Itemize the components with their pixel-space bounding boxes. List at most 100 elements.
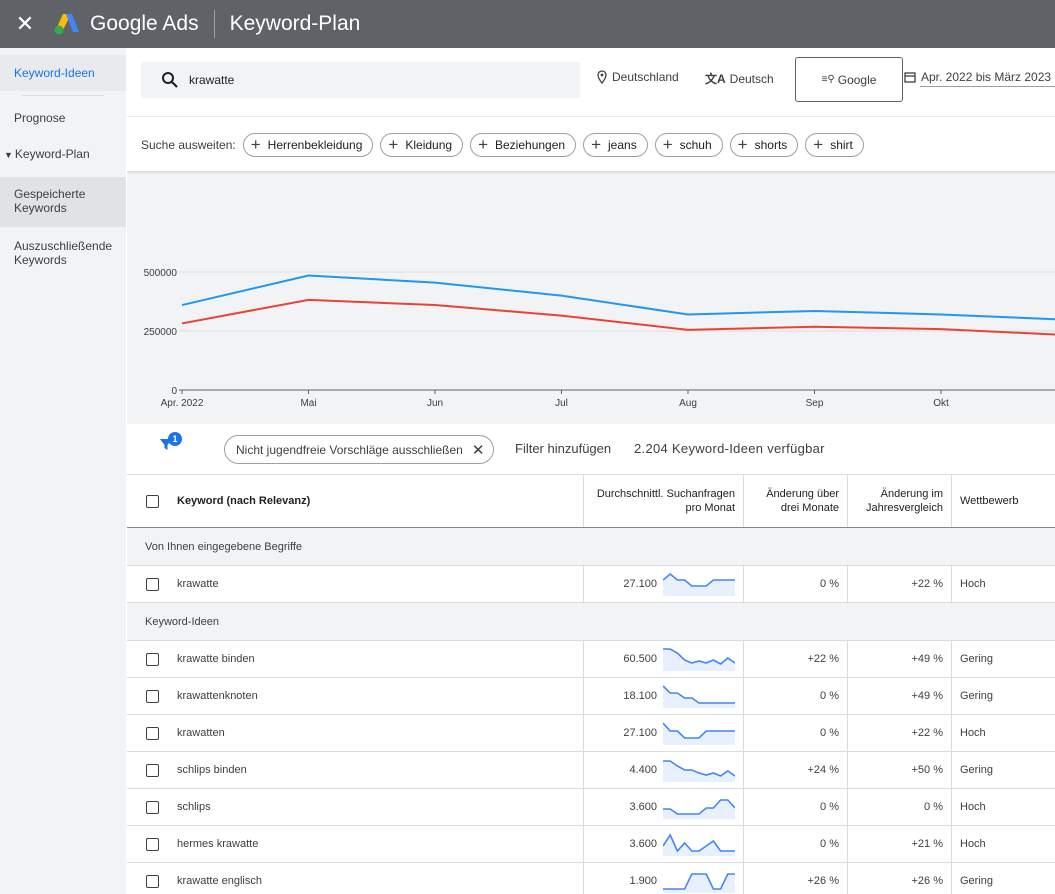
chip-label: shirt [830, 137, 853, 152]
search-box[interactable] [141, 62, 580, 98]
calendar-icon [904, 72, 916, 83]
table-row[interactable]: schlips 3.600 0 % 0 % Hoch [127, 789, 1055, 826]
table-row[interactable]: krawatte binden 60.500 +22 % +49 % Gering [127, 641, 1055, 678]
google-ads-logo [54, 14, 79, 35]
x-tick-label: Jul [555, 398, 568, 409]
avg-searches-value: 3.600 [629, 838, 657, 850]
header-yoy-change[interactable]: Änderung im Jahresvergleich [847, 475, 951, 527]
row-checkbox[interactable] [146, 577, 159, 591]
keyword-cell: krawattenknoten [127, 678, 583, 714]
yoy-change-cell: +26 % [847, 863, 951, 894]
competition-cell: Gering [951, 641, 1055, 677]
table-row[interactable]: krawattenknoten 18.100 0 % +49 % Gering [127, 678, 1055, 715]
sidebar-item-forecast[interactable]: Prognose [0, 110, 126, 126]
sidebar-item-saved-keywords[interactable]: Gespeicherte Keywords [0, 177, 126, 227]
trend-sparkline [663, 685, 735, 708]
header-avg-searches[interactable]: Durchschnittl. Suchanfragen pro Monat [583, 475, 743, 527]
sidebar-item-keyword-ideas[interactable]: Keyword-Ideen [0, 55, 126, 91]
broaden-chip[interactable]: + schuh [654, 132, 723, 157]
active-filter-chip[interactable]: Nicht jugendfreie Vorschläge ausschließe… [224, 435, 495, 464]
sidebar-item-negative-keywords[interactable]: Auszuschließende Keywords [0, 239, 126, 267]
trend-sparkline [663, 873, 735, 893]
header-keyword[interactable]: Keyword (nach Relevanz) [127, 475, 583, 527]
trend-sparkline [663, 760, 735, 782]
x-tick-label: Sep [806, 398, 824, 409]
sidebar-item-label: Keyword-Plan [14, 147, 90, 161]
sparkline-area [663, 874, 735, 893]
avg-searches-cell: 27.100 [583, 715, 743, 751]
broaden-chip[interactable]: + Kleidung [380, 132, 464, 157]
broaden-chip[interactable]: + shorts [729, 132, 799, 157]
sidebar: Keyword-Ideen Prognose ▼ Keyword-Plan Ges… [0, 48, 126, 894]
add-filter-button[interactable]: Filter hinzufügen [515, 441, 611, 456]
filter-row: 1 Nicht jugendfreie Vorschläge ausschlie… [127, 424, 1055, 474]
row-checkbox[interactable] [146, 726, 159, 740]
chip-label: schuh [679, 137, 712, 152]
header-divider [213, 10, 215, 38]
filter-count-badge: 1 [168, 432, 182, 446]
table-header: Keyword (nach Relevanz) Durchschnittl. S… [127, 474, 1055, 528]
table-row[interactable]: krawatte 27.100 0 % +22 % Hoch [127, 566, 1055, 603]
network-label: Google [837, 72, 877, 87]
language-label: Deutsch [729, 71, 774, 86]
date-range-selector[interactable]: Apr. 2022 bis März 2023 [904, 70, 1055, 87]
location-label: Deutschland [612, 70, 679, 84]
section-shadow [127, 171, 1055, 174]
search-input[interactable] [189, 73, 569, 87]
row-checkbox[interactable] [146, 837, 159, 851]
header-3m-line2: drei Monate [780, 502, 839, 514]
available-keywords-count: 2.204 Keyword-Ideen verfügbar [634, 441, 825, 456]
broaden-label: Suche ausweiten: [141, 137, 236, 152]
three-month-change-cell: +24 % [743, 752, 847, 788]
select-all-checkbox[interactable] [146, 494, 159, 508]
header-avg-line1: Durchschnittl. Suchanfragen [596, 488, 735, 500]
competition-cell: Hoch [951, 789, 1055, 825]
keyword-cell: schlips [127, 789, 583, 825]
network-selector[interactable]: ≡⚲ Google [795, 57, 903, 102]
keyword-text: schlips [177, 801, 211, 813]
entered-rows: krawatte 27.100 0 % +22 % Hoch [127, 566, 1055, 603]
location-selector[interactable]: Deutschland [596, 70, 679, 84]
broaden-chip[interactable]: + shirt [805, 132, 864, 157]
keyword-cell: krawatte binden [127, 641, 583, 677]
row-checkbox[interactable] [146, 763, 159, 777]
header-3m-line1: Änderung über [766, 488, 839, 500]
avg-searches-value: 3.600 [629, 801, 657, 813]
table-row[interactable]: krawatte englisch 1.900 +26 % +26 % Gering [127, 863, 1055, 894]
active-filter-label: Nicht jugendfreie Vorschläge ausschließe… [236, 442, 463, 457]
row-checkbox[interactable] [146, 652, 159, 666]
keyword-text: schlips binden [177, 764, 247, 776]
three-month-change-cell: 0 % [743, 566, 847, 602]
avg-searches-cell: 4.400 [583, 752, 743, 788]
three-month-change-cell: 0 % [743, 678, 847, 714]
broaden-chip[interactable]: + Herrenbekleidung [242, 132, 374, 157]
competition-cell: Hoch [951, 566, 1055, 602]
keyword-table: Keyword (nach Relevanz) Durchschnittl. S… [127, 474, 1055, 894]
x-tick-label: Aug [679, 398, 697, 409]
three-month-change-cell: +26 % [743, 863, 847, 894]
close-icon[interactable]: ✕ [0, 0, 50, 48]
language-selector[interactable]: 文A Deutsch [705, 70, 774, 87]
location-pin-icon [597, 70, 607, 84]
header-three-month-change[interactable]: Änderung über drei Monate [743, 475, 847, 527]
broaden-chip[interactable]: + jeans [583, 132, 648, 157]
table-row[interactable]: hermes krawatte 3.600 0 % +21 % Hoch [127, 826, 1055, 863]
row-checkbox[interactable] [146, 800, 159, 814]
competition-cell: Gering [951, 678, 1055, 714]
avg-searches-value: 27.100 [623, 578, 657, 590]
sparkline-area [663, 686, 735, 708]
broaden-chip[interactable]: + Beziehungen [470, 132, 577, 157]
table-row[interactable]: krawatten 27.100 0 % +22 % Hoch [127, 715, 1055, 752]
trend-sparkline [663, 648, 735, 671]
trend-sparkline [663, 572, 735, 596]
row-checkbox[interactable] [146, 874, 159, 888]
plus-icon: + [250, 135, 261, 154]
header-competition[interactable]: Wettbewerb [951, 475, 1055, 527]
table-row[interactable]: schlips binden 4.400 +24 % +50 % Gering [127, 752, 1055, 789]
avg-searches-cell: 27.100 [583, 566, 743, 602]
row-checkbox[interactable] [146, 689, 159, 703]
date-underline [920, 86, 1055, 87]
sidebar-item-keyword-plan[interactable]: ▼ Keyword-Plan [0, 146, 126, 163]
keyword-cell: krawatte englisch [127, 863, 583, 894]
remove-filter-icon[interactable]: ✕ [472, 441, 485, 459]
